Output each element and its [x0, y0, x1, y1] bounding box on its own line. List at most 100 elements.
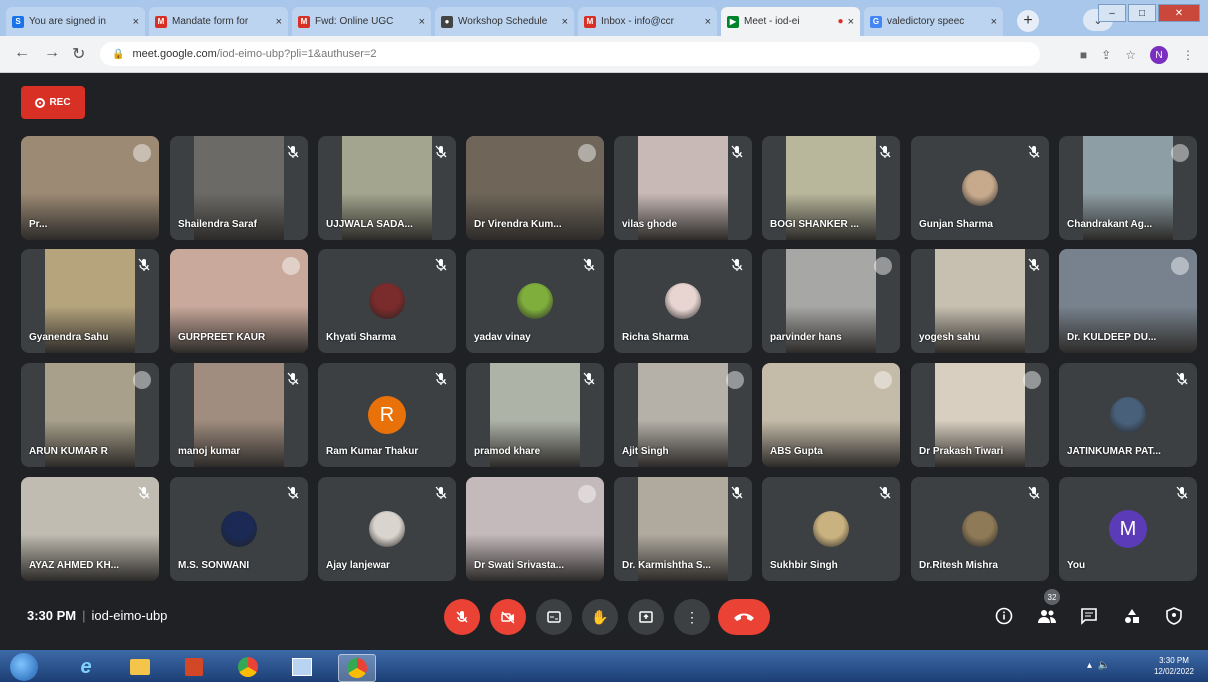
browser-tab[interactable]: M Fwd: Online UGC × — [292, 7, 431, 36]
participant-tile[interactable]: Dr Swati Srivasta... — [466, 477, 604, 581]
host-controls-button[interactable] — [1162, 604, 1186, 628]
new-tab-button[interactable]: + — [1017, 10, 1039, 32]
close-tab-icon[interactable]: × — [562, 16, 568, 28]
activities-button[interactable] — [1120, 604, 1144, 628]
meeting-info: 3:30 PM | iod-eimo-ubp — [27, 608, 167, 623]
share-icon[interactable]: ⇪ — [1101, 48, 1111, 62]
participant-tile[interactable]: BOGI SHANKER ... — [762, 136, 900, 240]
participant-tile[interactable]: Gunjan Sharma — [911, 136, 1049, 240]
taskbar-powerpoint[interactable] — [176, 654, 212, 680]
participant-tile[interactable]: Dr Virendra Kum... — [466, 136, 604, 240]
menu-kebab-icon[interactable]: ⋮ — [1182, 48, 1194, 62]
participant-tile[interactable]: Shailendra Saraf — [170, 136, 308, 240]
system-tray-icons[interactable]: ▴ 🔈 — [1087, 660, 1110, 671]
participant-tile[interactable]: ARUN KUMAR R — [21, 363, 159, 467]
participant-tile[interactable]: Dr Prakash Tiwari — [911, 363, 1049, 467]
participant-tile[interactable]: M.S. SONWANI — [170, 477, 308, 581]
toolbar-icons: ■ ⇪ ☆ N ⋮ — [1080, 46, 1194, 64]
tab-favicon: S — [12, 15, 24, 28]
participant-name: yadav vinay — [474, 332, 531, 343]
participant-tile[interactable]: yadav vinay — [466, 249, 604, 353]
participant-tile[interactable]: Chandrakant Ag... — [1059, 136, 1197, 240]
window-icon — [292, 658, 312, 676]
participant-tile[interactable]: Pr... — [21, 136, 159, 240]
tab-title: Mandate form for — [172, 16, 249, 27]
participant-avatar — [1110, 397, 1146, 433]
browser-tab[interactable]: M Inbox - info@ccr × — [578, 7, 717, 36]
close-tab-icon[interactable]: × — [133, 16, 139, 28]
participant-tile[interactable]: Gyanendra Sahu — [21, 249, 159, 353]
participant-tile[interactable]: Ajit Singh — [614, 363, 752, 467]
camera-in-use-icon[interactable]: ■ — [1080, 48, 1087, 62]
recording-badge[interactable]: REC — [21, 86, 85, 119]
participant-name: Dr Virendra Kum... — [474, 219, 562, 230]
browser-tab[interactable]: S You are signed in × — [6, 7, 145, 36]
participant-tile[interactable]: Dr. KULDEEP DU... — [1059, 249, 1197, 353]
camera-toggle-button[interactable] — [490, 599, 526, 635]
leave-call-button[interactable] — [718, 599, 770, 635]
close-tab-icon[interactable]: × — [991, 16, 997, 28]
raise-hand-button[interactable]: ✋ — [582, 599, 618, 635]
people-button[interactable] — [1035, 604, 1059, 628]
start-button[interactable] — [10, 653, 38, 681]
meeting-details-button[interactable] — [992, 604, 1016, 628]
browser-tab[interactable]: Gvaledictory speec × — [864, 7, 1003, 36]
participant-tile[interactable]: manoj kumar — [170, 363, 308, 467]
mic-muted-icon — [435, 145, 447, 159]
present-screen-button[interactable] — [628, 599, 664, 635]
participant-tile[interactable]: Dr.Ritesh Mishra — [911, 477, 1049, 581]
close-tab-icon[interactable]: × — [848, 16, 854, 28]
participant-name: BOGI SHANKER ... — [770, 219, 859, 230]
participant-tile[interactable]: R Ram Kumar Thakur — [318, 363, 456, 467]
taskbar-app[interactable] — [284, 654, 320, 680]
captions-button[interactable] — [536, 599, 572, 635]
close-tab-icon[interactable]: × — [705, 16, 711, 28]
close-tab-icon[interactable]: × — [276, 16, 282, 28]
browser-tab[interactable]: ▶ Meet - iod-ei ● × — [721, 7, 860, 36]
speaking-indicator-icon — [874, 371, 892, 389]
close-tab-icon[interactable]: × — [419, 16, 425, 28]
system-clock[interactable]: 3:30 PM 12/02/2022 — [1154, 655, 1194, 677]
microphone-toggle-button[interactable] — [444, 599, 480, 635]
participant-tile[interactable]: pramod khare — [466, 363, 604, 467]
address-bar[interactable]: 🔒 meet.google.com/iod-eimo-ubp?pli=1&aut… — [100, 42, 1040, 66]
maximize-button[interactable]: □ — [1128, 4, 1156, 22]
forward-icon[interactable]: → — [44, 44, 60, 62]
speaking-indicator-icon — [1171, 257, 1189, 275]
chat-button[interactable] — [1077, 604, 1101, 628]
participant-tile[interactable]: AYAZ AHMED KH... — [21, 477, 159, 581]
powerpoint-icon — [185, 658, 203, 676]
taskbar-chrome-active[interactable] — [338, 654, 376, 682]
taskbar-explorer[interactable] — [122, 654, 158, 680]
participant-tile[interactable]: Dr. Karmishtha S... — [614, 477, 752, 581]
participant-name: You — [1067, 560, 1086, 571]
browser-tab[interactable]: M Mandate form for × — [149, 7, 288, 36]
participant-tile[interactable]: Khyati Sharma — [318, 249, 456, 353]
participant-avatar: M — [1109, 510, 1147, 548]
bookmark-star-icon[interactable]: ☆ — [1125, 48, 1136, 62]
reload-icon[interactable]: ↻ — [72, 44, 85, 64]
participant-tile[interactable]: vilas ghode — [614, 136, 752, 240]
participant-tile[interactable]: parvinder hans — [762, 249, 900, 353]
profile-avatar[interactable]: N — [1150, 46, 1168, 64]
participant-tile[interactable]: GURPREET KAUR — [170, 249, 308, 353]
participant-tile[interactable]: Sukhbir Singh — [762, 477, 900, 581]
browser-tab[interactable]: ● Workshop Schedule × — [435, 7, 574, 36]
participant-tile[interactable]: ABS Gupta — [762, 363, 900, 467]
close-window-button[interactable]: ✕ — [1158, 4, 1200, 22]
minimize-button[interactable]: – — [1098, 4, 1126, 22]
participant-tile[interactable]: JATINKUMAR PAT... — [1059, 363, 1197, 467]
tab-title: Workshop Schedule — [458, 16, 548, 27]
participant-tile[interactable]: UJJWALA SADA... — [318, 136, 456, 240]
speaking-indicator-icon — [133, 144, 151, 162]
participant-tile[interactable]: Richa Sharma — [614, 249, 752, 353]
url-path: /iod-eimo-ubp?pli=1&authuser=2 — [216, 48, 377, 60]
more-options-button[interactable]: ⋮ — [674, 599, 710, 635]
participant-tile[interactable]: M You — [1059, 477, 1197, 581]
participant-tile[interactable]: yogesh sahu — [911, 249, 1049, 353]
taskbar-chrome[interactable] — [230, 654, 266, 680]
back-icon[interactable]: ← — [14, 44, 30, 62]
participant-tile[interactable]: Ajay lanjewar — [318, 477, 456, 581]
mic-muted-icon — [731, 486, 743, 500]
taskbar-ie[interactable]: e — [68, 654, 104, 680]
